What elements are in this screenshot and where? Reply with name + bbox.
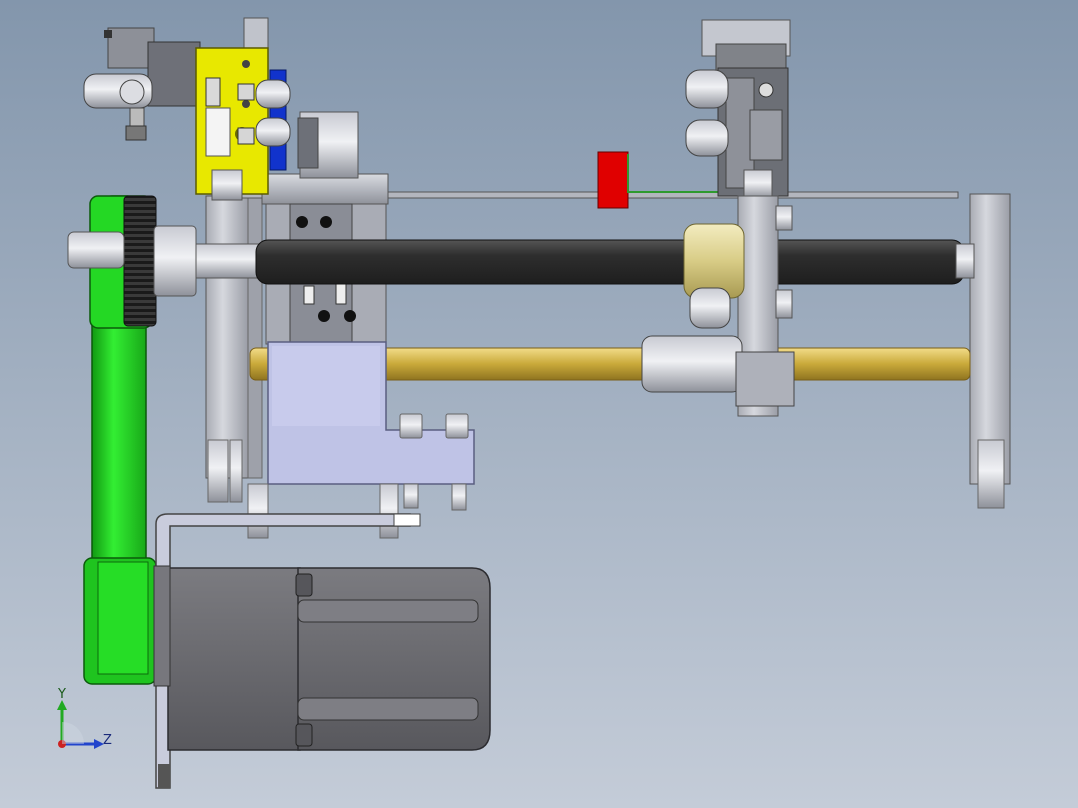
gear-teeth [123,195,157,327]
red-block[interactable] [597,151,629,209]
right-carriage[interactable] [685,19,791,199]
axis-triad: Y Z [57,687,112,749]
triad-z-label: Z [103,733,112,748]
right-end-plate[interactable] [969,193,1011,509]
cad-viewport[interactable]: Y Z [0,0,1078,808]
right-slider[interactable] [641,195,795,417]
pulley-hub [67,231,125,269]
stepper-motor[interactable] [153,565,491,751]
triad-y-label: Y [57,687,66,702]
roller-shaft[interactable] [195,239,975,285]
